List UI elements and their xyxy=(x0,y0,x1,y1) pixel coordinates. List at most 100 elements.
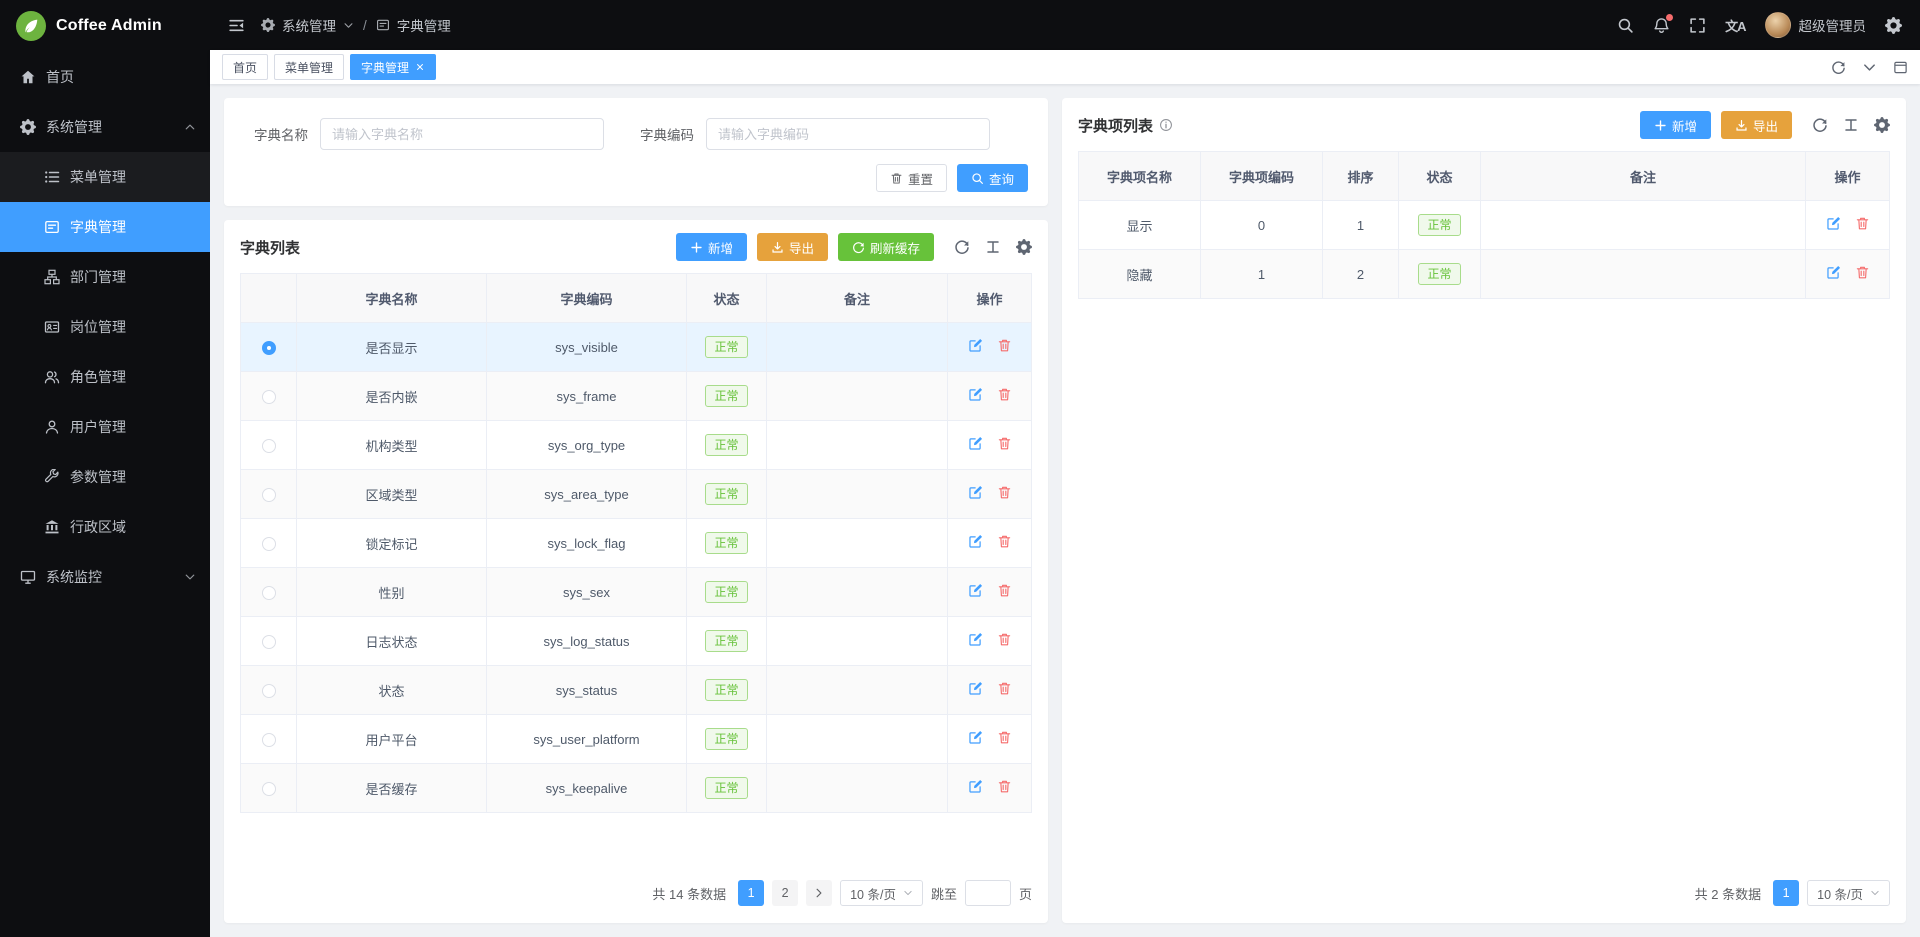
delete-icon[interactable] xyxy=(997,681,1012,696)
sidebar-item-post-mgmt[interactable]: 岗位管理 xyxy=(0,302,210,352)
delete-icon[interactable] xyxy=(997,632,1012,647)
row-radio[interactable] xyxy=(262,782,276,796)
table-row[interactable]: 机构类型 sys_org_type 正常 xyxy=(241,421,1032,470)
reset-button[interactable]: 重置 xyxy=(876,164,947,192)
sidebar-item-role-mgmt[interactable]: 角色管理 xyxy=(0,352,210,402)
table-row[interactable]: 是否缓存 sys_keepalive 正常 xyxy=(241,764,1032,813)
translate-icon[interactable]: 文A xyxy=(1725,16,1745,35)
edit-icon[interactable] xyxy=(968,436,983,451)
sidebar-item-dict-mgmt[interactable]: 字典管理 xyxy=(0,202,210,252)
export-item-button[interactable]: 导出 xyxy=(1721,111,1792,139)
sidebar-group-system[interactable]: 系统管理 xyxy=(0,102,210,152)
table-settings-gear-icon[interactable] xyxy=(1016,239,1032,255)
edit-icon[interactable] xyxy=(968,632,983,647)
edit-icon[interactable] xyxy=(968,338,983,353)
page-button-1[interactable]: 1 xyxy=(1773,880,1799,906)
dict-name-cell: 用户平台 xyxy=(297,715,487,764)
delete-icon[interactable] xyxy=(1855,216,1870,231)
row-radio[interactable] xyxy=(262,684,276,698)
edit-icon[interactable] xyxy=(968,583,983,598)
dict-name-input[interactable] xyxy=(320,118,604,150)
page-button-2[interactable]: 2 xyxy=(772,880,798,906)
delete-icon[interactable] xyxy=(997,583,1012,598)
add-button[interactable]: 新增 xyxy=(676,233,747,261)
user-menu[interactable]: 超级管理员 xyxy=(1765,12,1867,38)
row-radio[interactable] xyxy=(262,635,276,649)
edit-icon[interactable] xyxy=(968,779,983,794)
layout-frame-icon[interactable] xyxy=(1893,60,1908,75)
table-row[interactable]: 用户平台 sys_user_platform 正常 xyxy=(241,715,1032,764)
page-size-select[interactable]: 10 条/页 xyxy=(1807,880,1890,906)
download-icon xyxy=(1735,119,1748,132)
sidebar-item-user-mgmt[interactable]: 用户管理 xyxy=(0,402,210,452)
search-button[interactable]: 查询 xyxy=(957,164,1028,192)
tab-home[interactable]: 首页 xyxy=(222,54,268,80)
settings-gear-icon[interactable] xyxy=(1885,17,1902,34)
sidebar-group-monitor[interactable]: 系统监控 xyxy=(0,552,210,602)
edit-icon[interactable] xyxy=(968,485,983,500)
table-row[interactable]: 日志状态 sys_log_status 正常 xyxy=(241,617,1032,666)
refresh-icon[interactable] xyxy=(954,239,970,255)
sidebar-item-dept-mgmt[interactable]: 部门管理 xyxy=(0,252,210,302)
refresh-cache-button[interactable]: 刷新缓存 xyxy=(838,233,934,261)
table-row[interactable]: 是否内嵌 sys_frame 正常 xyxy=(241,372,1032,421)
status-badge: 正常 xyxy=(705,336,747,358)
delete-icon[interactable] xyxy=(997,387,1012,402)
page-jump-input[interactable] xyxy=(965,880,1011,906)
row-radio[interactable] xyxy=(262,439,276,453)
delete-icon[interactable] xyxy=(1855,265,1870,280)
row-radio[interactable] xyxy=(262,586,276,600)
column-settings-icon[interactable] xyxy=(985,239,1001,255)
sidebar-item-param-mgmt[interactable]: 参数管理 xyxy=(0,452,210,502)
column-settings-icon[interactable] xyxy=(1843,117,1859,133)
close-icon[interactable] xyxy=(415,62,425,72)
row-radio[interactable] xyxy=(262,733,276,747)
table-row[interactable]: 状态 sys_status 正常 xyxy=(241,666,1032,715)
search-icon[interactable] xyxy=(1617,17,1634,34)
delete-icon[interactable] xyxy=(997,779,1012,794)
delete-icon[interactable] xyxy=(997,730,1012,745)
edit-icon[interactable] xyxy=(968,730,983,745)
chevron-down-icon[interactable] xyxy=(1862,60,1877,75)
delete-icon[interactable] xyxy=(997,485,1012,500)
breadcrumb-level1[interactable]: 系统管理 xyxy=(282,15,336,35)
table-settings-gear-icon[interactable] xyxy=(1874,117,1890,133)
page-size-select[interactable]: 10 条/页 xyxy=(840,880,923,906)
dict-code-input[interactable] xyxy=(706,118,990,150)
sidebar-item-region-mgmt[interactable]: 行政区域 xyxy=(0,502,210,552)
delete-icon[interactable] xyxy=(997,534,1012,549)
edit-icon[interactable] xyxy=(1826,265,1841,280)
table-row[interactable]: 区域类型 sys_area_type 正常 xyxy=(241,470,1032,519)
edit-icon[interactable] xyxy=(968,681,983,696)
edit-icon[interactable] xyxy=(968,534,983,549)
sidebar-item-menu-mgmt[interactable]: 菜单管理 xyxy=(0,152,210,202)
row-radio[interactable] xyxy=(262,341,276,355)
refresh-icon[interactable] xyxy=(1812,117,1828,133)
sidebar-item-home[interactable]: 首页 xyxy=(0,52,210,102)
delete-icon[interactable] xyxy=(997,338,1012,353)
edit-icon[interactable] xyxy=(968,387,983,402)
export-button[interactable]: 导出 xyxy=(757,233,828,261)
delete-icon[interactable] xyxy=(997,436,1012,451)
next-page-button[interactable] xyxy=(806,880,832,906)
chevron-down-icon xyxy=(903,888,913,898)
tab-dict-mgmt[interactable]: 字典管理 xyxy=(350,54,436,80)
table-row[interactable]: 隐藏 1 2 正常 xyxy=(1079,250,1890,299)
table-row[interactable]: 显示 0 1 正常 xyxy=(1079,201,1890,250)
notification-bell[interactable] xyxy=(1653,17,1670,34)
row-radio[interactable] xyxy=(262,390,276,404)
table-row[interactable]: 锁定标记 sys_lock_flag 正常 xyxy=(241,519,1032,568)
page-button-1[interactable]: 1 xyxy=(738,880,764,906)
row-radio[interactable] xyxy=(262,488,276,502)
refresh-icon[interactable] xyxy=(1831,60,1846,75)
fullscreen-icon[interactable] xyxy=(1689,17,1706,34)
table-row[interactable]: 性别 sys_sex 正常 xyxy=(241,568,1032,617)
edit-icon[interactable] xyxy=(1826,216,1841,231)
table-row[interactable]: 是否显示 sys_visible 正常 xyxy=(241,323,1032,372)
item-code-cell: 1 xyxy=(1201,250,1323,299)
add-item-button[interactable]: 新增 xyxy=(1640,111,1711,139)
column-header: 操作 xyxy=(1806,152,1890,201)
sidebar-fold-icon[interactable] xyxy=(228,17,245,34)
tab-menu-mgmt[interactable]: 菜单管理 xyxy=(274,54,344,80)
row-radio[interactable] xyxy=(262,537,276,551)
